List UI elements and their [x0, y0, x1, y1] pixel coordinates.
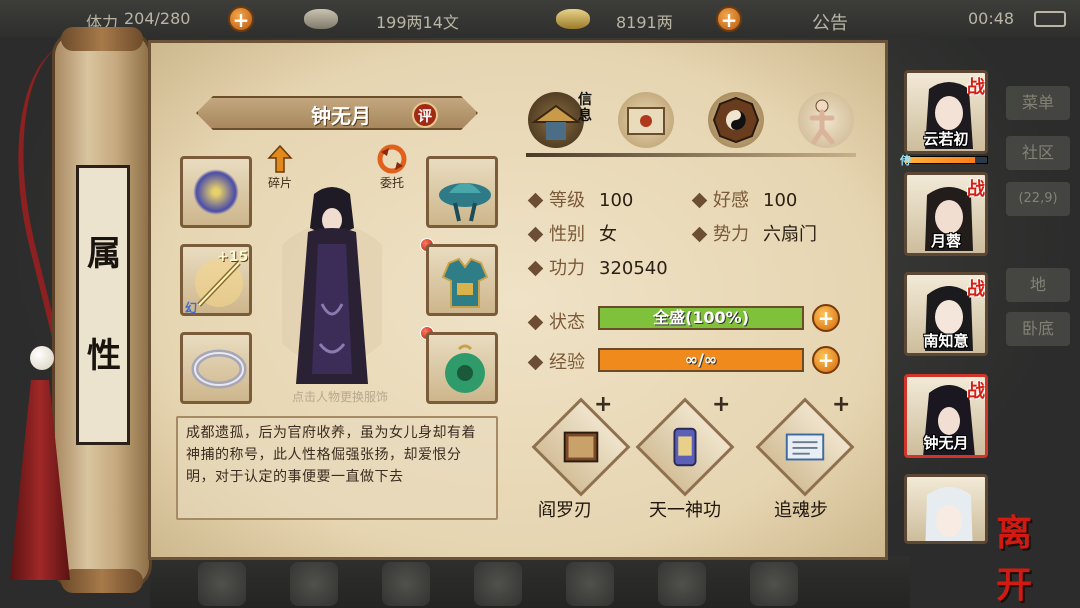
- stat-favor: 好感 100: [691, 186, 797, 212]
- hero-name: 钟无月: [311, 104, 371, 128]
- exp-bar: ∞/∞: [598, 348, 804, 372]
- add-stamina-button[interactable]: +: [228, 6, 254, 32]
- bottom-menu-bar: [150, 556, 910, 608]
- stat-power: 功力 320540: [527, 254, 668, 280]
- hero-description: 成都遗孤，后为官府收养，虽为女儿身却有着神捕的称号，此人性格倔强张扬，却爱恨分明…: [176, 416, 498, 520]
- meridian-icon: [809, 99, 835, 145]
- equip-slot-weapon[interactable]: +15 幻: [180, 244, 252, 316]
- weapon-tag: 幻: [185, 301, 198, 315]
- battery-icon: [1034, 11, 1066, 27]
- silver-icon: [304, 9, 338, 29]
- bottom-icon: [566, 562, 614, 606]
- book-icon: [563, 431, 599, 463]
- roster-card[interactable]: [904, 474, 988, 544]
- bamboo-hat-icon: [530, 104, 582, 140]
- pendant-icon: [193, 169, 239, 215]
- review-button[interactable]: 评: [412, 102, 438, 128]
- bottom-icon: [198, 562, 246, 606]
- side-label-char: 性: [87, 336, 121, 376]
- clock: 00:48: [968, 9, 1015, 28]
- change-outfit-hint: 点击人物更换服饰: [291, 390, 388, 404]
- open-scroll-icon: [785, 433, 825, 461]
- tab-info[interactable]: [528, 92, 584, 148]
- roster-hp-fill: [905, 157, 975, 163]
- skill-add-icon[interactable]: +: [712, 392, 730, 417]
- roster-hp-tag: 侍: [900, 154, 911, 167]
- swap-icon: [377, 144, 407, 174]
- delegate-label: 委托: [379, 176, 404, 190]
- bottom-icon: [474, 562, 522, 606]
- roster-name: 云若初: [923, 130, 969, 148]
- bg-map-button: 地: [1006, 268, 1070, 302]
- stat-gender: 性别女: [527, 220, 617, 246]
- roster-name: 南知意: [923, 332, 969, 350]
- equip-slot-accessory[interactable]: [180, 156, 252, 228]
- tab-info-label: 信息: [578, 92, 592, 124]
- add-exp-button[interactable]: +: [812, 346, 840, 374]
- stat-faction: 势力 六扇门: [691, 220, 817, 246]
- scroll-bundle-icon: [673, 427, 697, 467]
- stat-exp-label: 经验: [527, 348, 585, 374]
- stat-status-label: 状态: [527, 308, 585, 334]
- skill-add-icon[interactable]: +: [832, 392, 850, 417]
- bagua-icon: [712, 96, 760, 144]
- roster-name: 钟无月: [923, 434, 969, 452]
- tassel-bead: [30, 346, 54, 370]
- bg-menu-button: 菜单: [1006, 86, 1070, 120]
- bottom-icon: [750, 562, 798, 606]
- side-label-char: 属: [87, 234, 121, 274]
- equip-slot-helmet[interactable]: [426, 156, 498, 228]
- character-figure[interactable]: [282, 184, 382, 390]
- roster-card-selected[interactable]: 战 钟无月: [904, 374, 988, 458]
- gold-icon: [556, 9, 590, 29]
- status-bar: 全盛(100%): [598, 306, 804, 330]
- restore-status-button[interactable]: +: [812, 304, 840, 332]
- equip-slot-ring[interactable]: [180, 332, 252, 404]
- tab-bagua[interactable]: [708, 92, 764, 148]
- battle-badge: 战: [967, 279, 985, 300]
- jade-pendant-icon: [445, 344, 485, 393]
- top-status-bar: 体力 204/280 + 199两14文 8191两 + 公告 00:48: [0, 0, 1080, 38]
- gold-value: 8191两: [616, 13, 673, 32]
- tab-meridian[interactable]: [798, 92, 854, 148]
- tab-scroll[interactable]: [618, 92, 674, 148]
- tab-attributes[interactable]: 属 性: [76, 165, 130, 445]
- add-gold-button[interactable]: +: [716, 6, 742, 32]
- roster-card[interactable]: 战 南知意: [904, 272, 988, 356]
- bottom-icon: [290, 562, 338, 606]
- bracelet-icon: [191, 349, 247, 389]
- scroll-icon: [627, 107, 665, 135]
- armor-icon: [441, 257, 489, 308]
- leave-button[interactable]: 离开: [996, 504, 1060, 606]
- bg-undercover-button: 卧底: [1006, 312, 1070, 346]
- bottom-icon: [658, 562, 706, 606]
- equip-slot-armor[interactable]: [426, 244, 498, 316]
- silver-value: 199两14文: [376, 13, 459, 32]
- bg-coordinate: (22,9): [1006, 182, 1070, 216]
- status-value: 全盛(100%): [652, 308, 750, 327]
- bg-community-button: 社区: [1006, 136, 1070, 170]
- skill-add-icon[interactable]: +: [594, 392, 612, 417]
- notice-button[interactable]: 公告: [812, 9, 848, 35]
- bottom-icon: [382, 562, 430, 606]
- roster-hp-bar: [904, 156, 988, 164]
- roster-card[interactable]: 战 云若初: [904, 70, 988, 154]
- roster-name: 月蓉: [930, 232, 961, 250]
- stamina-value: 204/280: [124, 9, 191, 28]
- stat-level: 等级 100: [527, 186, 633, 212]
- weapon-enhance-level: +15: [217, 249, 249, 265]
- battle-badge: 战: [967, 77, 985, 98]
- skill-name-2: 天一神功: [649, 500, 721, 521]
- arrow-up-icon: [267, 144, 293, 173]
- exp-value: ∞/∞: [684, 350, 718, 369]
- battle-badge: 战: [967, 179, 985, 200]
- portrait: [925, 487, 973, 541]
- skill-name-1: 阎罗刃: [538, 500, 592, 521]
- hat-icon: [439, 183, 491, 222]
- equip-slot-jade[interactable]: [426, 332, 498, 404]
- roster-card[interactable]: 战 月蓉: [904, 172, 988, 256]
- skill-name-3: 追魂步: [774, 500, 828, 521]
- battle-badge: 战: [967, 381, 985, 402]
- tab-underline: [526, 153, 856, 157]
